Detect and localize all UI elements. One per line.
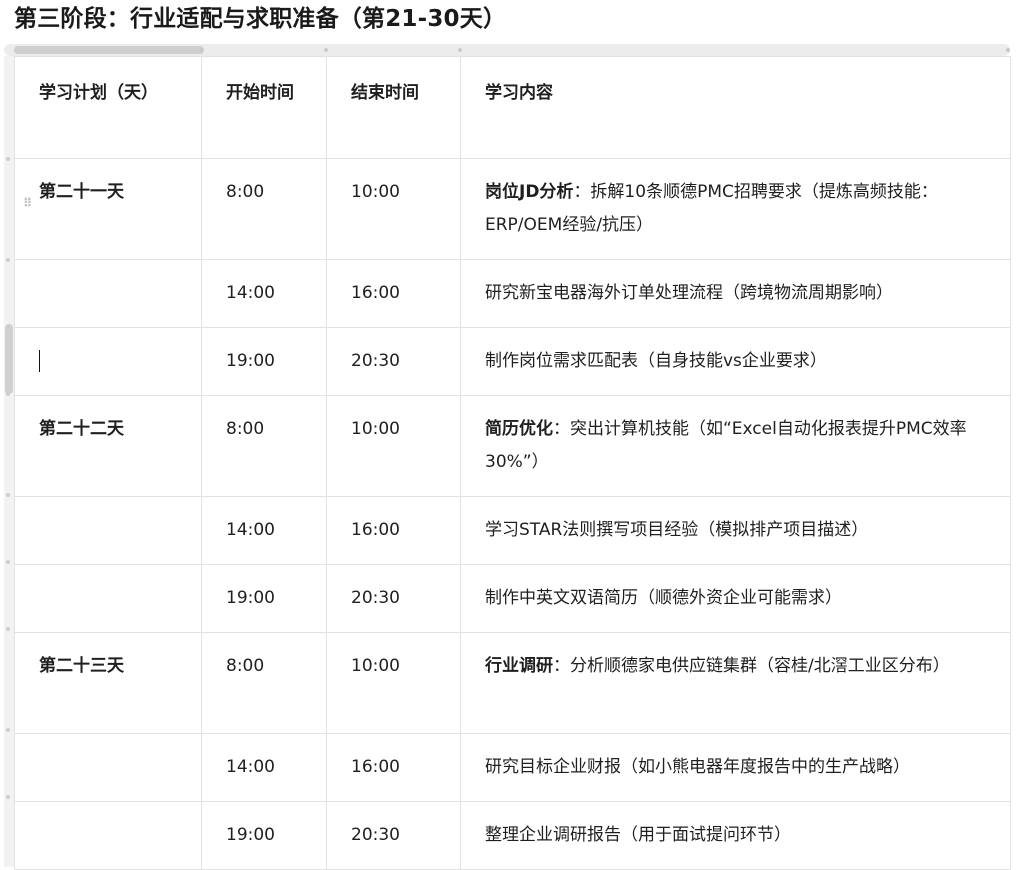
- content-keyword: 简历优化: [485, 419, 553, 439]
- row-marker[interactable]: [6, 560, 10, 564]
- content-cell[interactable]: 行业调研：分析顺德家电供应链集群（容桂/北滘工业区分布）: [460, 632, 1011, 734]
- header-start: 开始时间: [201, 56, 327, 159]
- row-marker[interactable]: [6, 493, 10, 497]
- column-marker[interactable]: [324, 48, 328, 52]
- header-day: 学习计划（天）: [14, 56, 202, 159]
- end-time-cell[interactable]: 20:30: [326, 801, 461, 870]
- row-marker[interactable]: [6, 627, 10, 631]
- content-cell[interactable]: 岗位JD分析：拆解10条顺德PMC招聘要求（提炼高频技能：ERP/OEM经验/抗…: [460, 158, 1011, 260]
- table-row: 第二十二天 8:00 10:00 简历优化：突出计算机技能（如“Excel自动化…: [14, 395, 1011, 497]
- table-header-row: 学习计划（天） 开始时间 结束时间 学习内容: [14, 56, 1011, 159]
- table-row: 19:00 20:30 制作中英文双语简历（顺德外资企业可能需求）: [14, 564, 1011, 633]
- row-marker[interactable]: [6, 258, 10, 262]
- day-label: 第二十一天: [39, 182, 124, 202]
- table-row: 第二十三天 8:00 10:00 行业调研：分析顺德家电供应链集群（容桂/北滘工…: [14, 632, 1011, 734]
- page-title: 第三阶段：行业适配与求职准备（第21-30天）: [14, 6, 507, 32]
- content-cell[interactable]: 整理企业调研报告（用于面试提问环节）: [460, 801, 1011, 870]
- content-cell[interactable]: 研究新宝电器海外订单处理流程（跨境物流周期影响）: [460, 259, 1011, 328]
- study-plan-table: 学习计划（天） 开始时间 结束时间 学习内容 ⠿ 第二十一天 8:00 10:0…: [14, 56, 1011, 870]
- content-cell[interactable]: 制作岗位需求匹配表（自身技能vs企业要求）: [460, 327, 1011, 396]
- end-time-cell[interactable]: 10:00: [326, 395, 461, 497]
- table-row: 14:00 16:00 研究目标企业财报（如小熊电器年度报告中的生产战略）: [14, 733, 1011, 802]
- content-cell[interactable]: 制作中英文双语简历（顺德外资企业可能需求）: [460, 564, 1011, 633]
- content-cell[interactable]: 研究目标企业财报（如小熊电器年度报告中的生产战略）: [460, 733, 1011, 802]
- content-text: ：突出计算机技能（如“Excel自动化报表提升PMC效率30%”）: [485, 419, 967, 472]
- end-time-cell[interactable]: 16:00: [326, 259, 461, 328]
- day-cell[interactable]: [14, 496, 202, 565]
- table-row: 14:00 16:00 学习STAR法则撰写项目经验（模拟排产项目描述）: [14, 496, 1011, 565]
- row-marker[interactable]: [6, 728, 10, 732]
- drag-handle-icon[interactable]: ⠿: [23, 187, 32, 220]
- start-time-cell[interactable]: 8:00: [201, 395, 327, 497]
- start-time-cell[interactable]: 14:00: [201, 259, 327, 328]
- table-row: ⠿ 第二十一天 8:00 10:00 岗位JD分析：拆解10条顺德PMC招聘要求…: [14, 158, 1011, 260]
- row-marker[interactable]: [6, 325, 10, 329]
- row-marker[interactable]: [6, 392, 10, 396]
- table-row: 14:00 16:00 研究新宝电器海外订单处理流程（跨境物流周期影响）: [14, 259, 1011, 328]
- start-time-cell[interactable]: 14:00: [201, 496, 327, 565]
- content-cell[interactable]: 学习STAR法则撰写项目经验（模拟排产项目描述）: [460, 496, 1011, 565]
- day-cell[interactable]: [14, 327, 202, 396]
- horizontal-scroll-thumb[interactable]: [14, 46, 204, 54]
- row-marker[interactable]: [6, 795, 10, 799]
- vertical-scrollbar[interactable]: [4, 56, 14, 867]
- content-cell[interactable]: 简历优化：突出计算机技能（如“Excel自动化报表提升PMC效率30%”）: [460, 395, 1011, 497]
- content-keyword: 行业调研: [485, 656, 553, 676]
- column-marker[interactable]: [1006, 48, 1010, 52]
- vertical-scroll-thumb[interactable]: [5, 324, 13, 394]
- end-time-cell[interactable]: 20:30: [326, 327, 461, 396]
- end-time-cell[interactable]: 10:00: [326, 158, 461, 260]
- table-row: 19:00 20:30 整理企业调研报告（用于面试提问环节）: [14, 801, 1011, 870]
- plan-table-container: 学习计划（天） 开始时间 结束时间 学习内容 ⠿ 第二十一天 8:00 10:0…: [0, 44, 1024, 870]
- start-time-cell[interactable]: 19:00: [201, 801, 327, 870]
- table-row: 19:00 20:30 制作岗位需求匹配表（自身技能vs企业要求）: [14, 327, 1011, 396]
- start-time-cell[interactable]: 8:00: [201, 158, 327, 260]
- start-time-cell[interactable]: 8:00: [201, 632, 327, 734]
- start-time-cell[interactable]: 19:00: [201, 327, 327, 396]
- day-cell[interactable]: ⠿ 第二十一天: [14, 158, 202, 260]
- day-cell[interactable]: [14, 259, 202, 328]
- day-cell[interactable]: [14, 564, 202, 633]
- end-time-cell[interactable]: 16:00: [326, 733, 461, 802]
- column-marker[interactable]: [458, 48, 462, 52]
- content-keyword: 岗位JD分析: [485, 182, 574, 202]
- column-marker[interactable]: [199, 48, 203, 52]
- horizontal-scrollbar[interactable]: [4, 44, 1010, 56]
- content-text: ：分析顺德家电供应链集群（容桂/北滘工业区分布）: [553, 656, 950, 676]
- row-marker[interactable]: [6, 157, 10, 161]
- start-time-cell[interactable]: 14:00: [201, 733, 327, 802]
- end-time-cell[interactable]: 16:00: [326, 496, 461, 565]
- text-cursor: [39, 350, 40, 372]
- end-time-cell[interactable]: 10:00: [326, 632, 461, 734]
- day-cell[interactable]: 第二十二天: [14, 395, 202, 497]
- header-content: 学习内容: [460, 56, 1011, 159]
- day-cell[interactable]: 第二十三天: [14, 632, 202, 734]
- start-time-cell[interactable]: 19:00: [201, 564, 327, 633]
- day-cell[interactable]: [14, 801, 202, 870]
- day-cell[interactable]: [14, 733, 202, 802]
- end-time-cell[interactable]: 20:30: [326, 564, 461, 633]
- header-end: 结束时间: [326, 56, 461, 159]
